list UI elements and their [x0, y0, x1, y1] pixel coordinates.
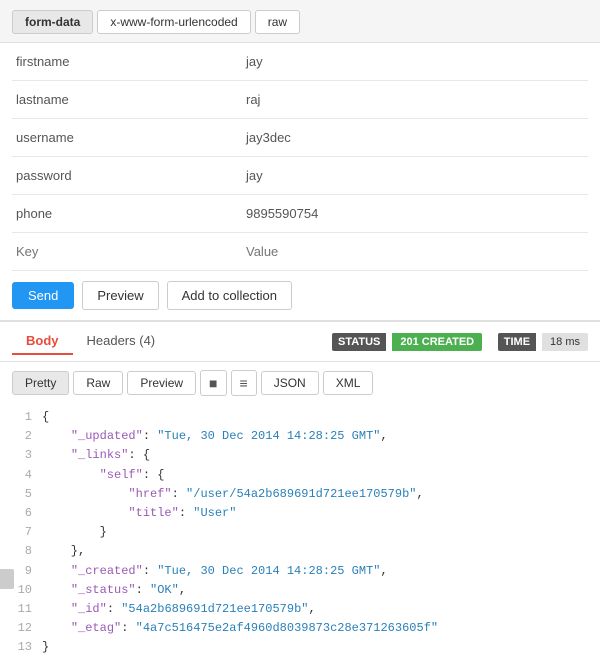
code-line-3: 3 "_links": {: [12, 446, 588, 465]
send-button[interactable]: Send: [12, 282, 74, 309]
code-line-13: 13 }: [12, 638, 588, 657]
body-type-tabs: form-data x-www-form-urlencoded raw: [0, 0, 600, 43]
copy-icon-btn[interactable]: ■: [200, 370, 226, 396]
value-phone: 9895590754: [242, 198, 588, 229]
add-collection-button[interactable]: Add to collection: [167, 281, 292, 310]
code-line-5: 5 "href": "/user/54a2b689691d721ee170579…: [12, 485, 588, 504]
form-row-phone: phone 9895590754: [12, 195, 588, 233]
label-password: password: [12, 160, 242, 191]
key-input[interactable]: [12, 236, 242, 267]
format-bar: Pretty Raw Preview ■ ≡ JSON XML: [0, 362, 600, 404]
value-lastname: raj: [242, 84, 588, 115]
time-label: TIME: [498, 333, 536, 351]
form-row-firstname: firstname jay: [12, 43, 588, 81]
scroll-handle[interactable]: [0, 569, 14, 589]
btn-preview-fmt[interactable]: Preview: [127, 371, 196, 395]
response-section: Body Headers (4) STATUS 201 CREATED TIME 1…: [0, 320, 600, 669]
label-username: username: [12, 122, 242, 153]
label-phone: phone: [12, 198, 242, 229]
label-lastname: lastname: [12, 84, 242, 115]
btn-json[interactable]: JSON: [261, 371, 319, 395]
tab-raw[interactable]: raw: [255, 10, 300, 34]
code-line-2: 2 "_updated": "Tue, 30 Dec 2014 14:28:25…: [12, 427, 588, 446]
tab-urlencoded[interactable]: x-www-form-urlencoded: [97, 10, 250, 34]
btn-xml[interactable]: XML: [323, 371, 374, 395]
code-line-12: 12 "_etag": "4a7c516475e2af4960d8039873c…: [12, 619, 588, 638]
status-value: 201 CREATED: [392, 333, 482, 351]
code-line-6: 6 "title": "User": [12, 504, 588, 523]
status-bar: STATUS 201 CREATED TIME 18 ms: [332, 333, 588, 351]
value-username: jay3dec: [242, 122, 588, 153]
tab-form-data[interactable]: form-data: [12, 10, 93, 34]
code-line-11: 11 "_id": "54a2b689691d721ee170579b",: [12, 600, 588, 619]
label-firstname: firstname: [12, 46, 242, 77]
response-tabs-bar: Body Headers (4) STATUS 201 CREATED TIME 1…: [0, 322, 600, 362]
value-password: jay: [242, 160, 588, 191]
code-line-10: 10 "_status": "OK",: [12, 581, 588, 600]
code-line-9: 9 "_created": "Tue, 30 Dec 2014 14:28:25…: [12, 562, 588, 581]
preview-button[interactable]: Preview: [82, 281, 158, 310]
time-value: 18 ms: [542, 333, 588, 351]
app-container: form-data x-www-form-urlencoded raw firs…: [0, 0, 600, 669]
btn-raw[interactable]: Raw: [73, 371, 123, 395]
action-bar: Send Preview Add to collection: [0, 271, 600, 320]
form-row-password: password jay: [12, 157, 588, 195]
form-row-lastname: lastname raj: [12, 81, 588, 119]
form-row-keyvalue: [12, 233, 588, 271]
value-firstname: jay: [242, 46, 588, 77]
code-line-8: 8 },: [12, 542, 588, 561]
status-label: STATUS: [332, 333, 386, 351]
tab-headers[interactable]: Headers (4): [73, 328, 170, 355]
form-row-username: username jay3dec: [12, 119, 588, 157]
form-fields: firstname jay lastname raj username jay3…: [0, 43, 600, 271]
btn-pretty[interactable]: Pretty: [12, 371, 69, 395]
wrap-icon-btn[interactable]: ≡: [231, 370, 257, 396]
code-area: 1 { 2 "_updated": "Tue, 30 Dec 2014 14:2…: [0, 404, 600, 669]
tab-body[interactable]: Body: [12, 328, 73, 355]
value-input[interactable]: [242, 236, 588, 267]
code-line-1: 1 {: [12, 408, 588, 427]
code-line-7: 7 }: [12, 523, 588, 542]
code-line-4: 4 "self": {: [12, 466, 588, 485]
